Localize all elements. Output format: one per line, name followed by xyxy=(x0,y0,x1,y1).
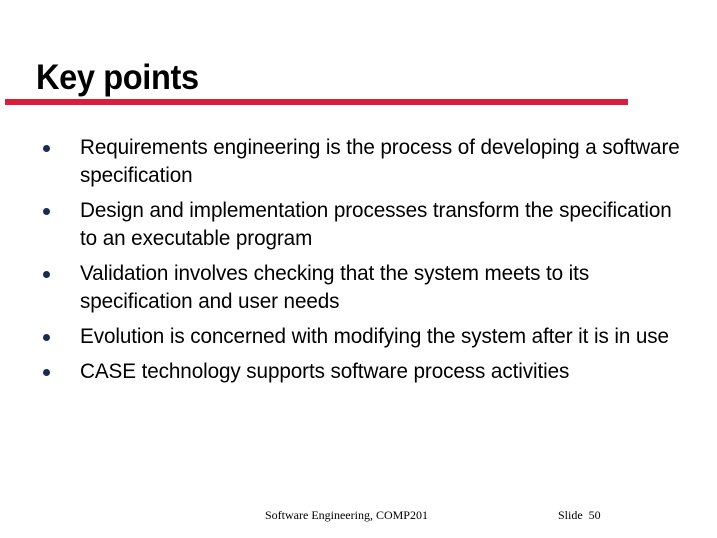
bullet-list: Requirements engineering is the process … xyxy=(38,134,698,393)
bullet-dot-icon xyxy=(43,271,50,278)
footer-course-label: Software Engineering, COMP201 xyxy=(265,508,428,522)
list-item-label: Requirements engineering is the process … xyxy=(80,136,680,187)
list-item-label: Validation involves checking that the sy… xyxy=(80,262,590,313)
title-underline-rule xyxy=(5,99,628,105)
footer-slide-number: Slide 50 xyxy=(558,508,601,522)
list-item-label: CASE technology supports software proces… xyxy=(80,360,570,383)
bullet-dot-icon xyxy=(43,369,50,376)
list-item-label: Design and implementation processes tran… xyxy=(80,199,672,250)
bullet-dot-icon xyxy=(43,208,50,215)
list-item: CASE technology supports software proces… xyxy=(38,358,698,386)
bullet-dot-icon xyxy=(43,145,50,152)
list-item: Validation involves checking that the sy… xyxy=(38,260,698,316)
page-title: Key points xyxy=(36,58,199,97)
list-item-label: Evolution is concerned with modifying th… xyxy=(80,325,669,348)
list-item: Requirements engineering is the process … xyxy=(38,134,698,190)
slide-canvas: Key points Requirements engineering is t… xyxy=(0,0,717,538)
list-item: Design and implementation processes tran… xyxy=(38,197,698,253)
list-item: Evolution is concerned with modifying th… xyxy=(38,323,698,351)
bullet-dot-icon xyxy=(43,334,50,341)
